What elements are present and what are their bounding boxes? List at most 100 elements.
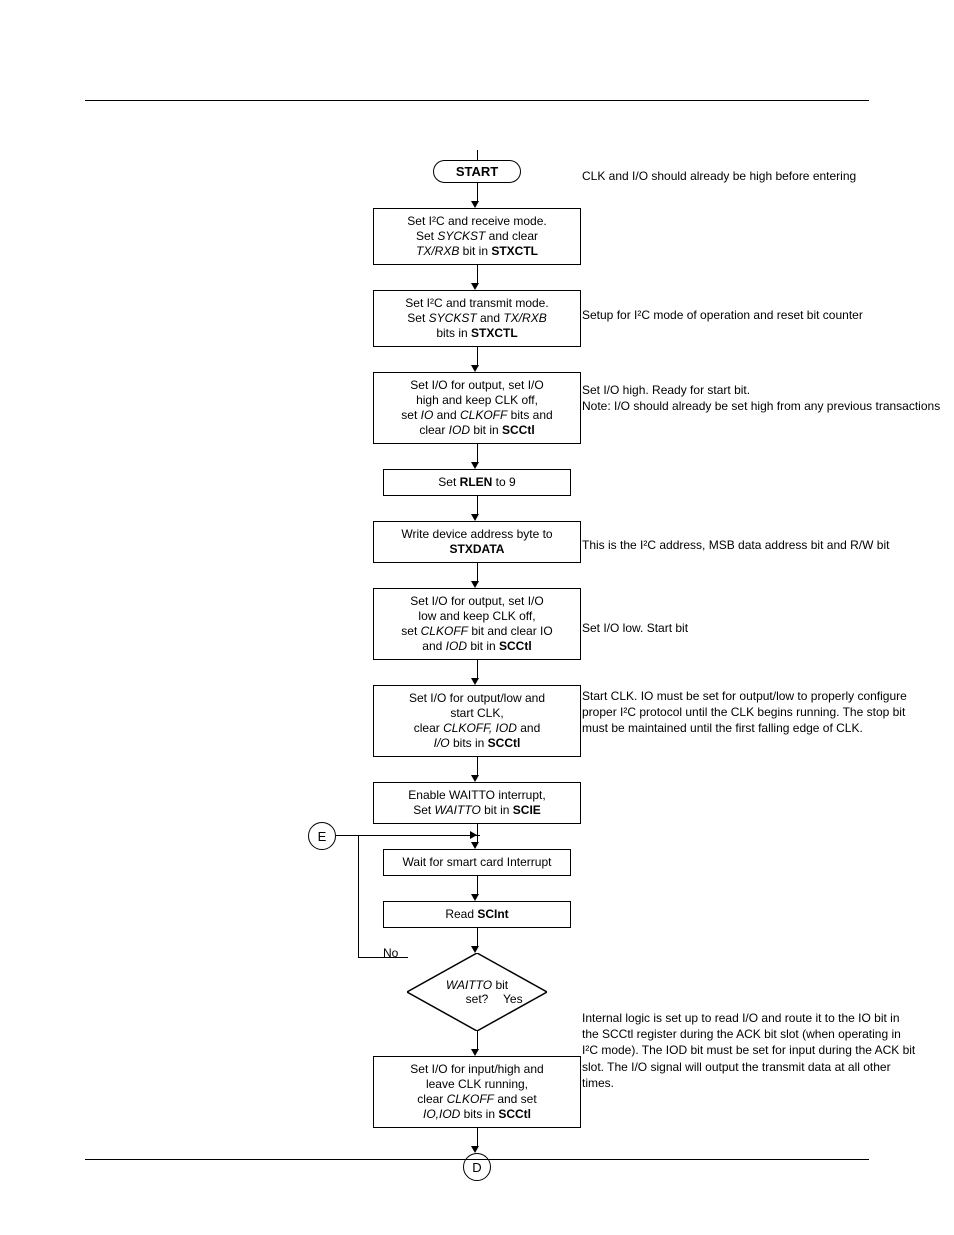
s10-a: SCInt <box>477 907 508 921</box>
s3-l7: bit in <box>470 423 502 437</box>
start-terminator: START <box>433 160 521 183</box>
arr-3-h <box>471 462 479 469</box>
s8-l1: Enable WAITTO interrupt, <box>408 788 545 802</box>
s11-l1: Set I/O for input/high and <box>410 1062 543 1076</box>
step-7: Set I/O for output/low and start CLK, cl… <box>373 685 581 757</box>
arr-7-h <box>471 775 479 782</box>
s11-l5: IO,IOD <box>423 1107 460 1121</box>
label-yes: Yes <box>503 992 523 1006</box>
arr-10-h <box>471 946 479 953</box>
s6-l4: bit and clear IO <box>468 624 553 638</box>
s2-c: STXCTL <box>471 326 518 340</box>
s2-l2: Set <box>407 311 428 325</box>
s6-a: CLKOFF <box>421 624 468 638</box>
no-loop-v <box>358 835 359 957</box>
s11-l2: leave CLK running, <box>426 1077 528 1091</box>
arr-6-h <box>471 678 479 685</box>
s3-l5: bits and <box>507 408 552 422</box>
step-3: Set I/O for output, set I/O high and kee… <box>373 372 581 444</box>
step-11: Set I/O for input/high and leave CLK run… <box>373 1056 581 1128</box>
s6-c: SCCtl <box>499 639 532 653</box>
arr-2-h <box>471 365 479 372</box>
s5-a: STXDATA <box>450 542 505 556</box>
s3-l2: high and keep CLK off, <box>416 393 538 407</box>
s3-b: CLKOFF <box>460 408 507 422</box>
s1-l1: Set I²C and receive mode. <box>407 214 546 228</box>
s7-l6: bits in <box>450 736 488 750</box>
s2-a: SYCKST <box>429 311 477 325</box>
arr-8 <box>477 824 478 842</box>
s8-l3: bit in <box>481 803 513 817</box>
arr-4 <box>477 496 478 514</box>
s8-b: SCIE <box>513 803 541 817</box>
s6-l1: Set I/O for output, set I/O <box>410 594 543 608</box>
s11-l4: and set <box>494 1092 537 1106</box>
arr-2 <box>477 347 478 365</box>
no-loop-h1 <box>358 957 408 958</box>
step-6: Set I/O for output, set I/O low and keep… <box>373 588 581 660</box>
arr-3 <box>477 444 478 462</box>
s2-l3: and <box>477 311 504 325</box>
arr-12-h <box>471 1146 479 1153</box>
arr-5-h <box>471 581 479 588</box>
s1-l2: Set <box>416 229 437 243</box>
dec-l2: bit <box>492 978 508 992</box>
connector-D: D <box>463 1153 491 1181</box>
s2-l4: bits in <box>436 326 471 340</box>
arr-1-h <box>471 283 479 290</box>
s9-l1: Wait for smart card Interrupt <box>403 855 552 869</box>
s6-l5: and <box>422 639 445 653</box>
step-4: Set RLEN to 9 <box>383 469 571 496</box>
s6-l6: bit in <box>467 639 499 653</box>
step-8: Enable WAITTO interrupt, Set WAITTO bit … <box>373 782 581 824</box>
arr-11-h <box>471 1049 479 1056</box>
entry-line <box>477 150 478 160</box>
arr-7 <box>477 757 478 775</box>
s3-l4: and <box>433 408 460 422</box>
s8-a: WAITTO <box>435 803 481 817</box>
s2-l1: Set I²C and transmit mode. <box>405 296 548 310</box>
s7-b: SCCtl <box>488 736 521 750</box>
s6-l2: low and keep CLK off, <box>418 609 535 623</box>
s7-a: CLKOFF, IOD <box>443 721 517 735</box>
s6-b: IOD <box>446 639 467 653</box>
s4-l1: Set <box>438 475 459 489</box>
s2-b: TX/RXB <box>503 311 546 325</box>
s1-a: SYCKST <box>437 229 485 243</box>
step-10: Read SCInt <box>383 901 571 928</box>
s3-d: SCCtl <box>502 423 535 437</box>
s7-l1: Set I/O for output/low and <box>409 691 545 705</box>
arr-10 <box>477 928 478 946</box>
arr-9 <box>477 876 478 894</box>
dec-l3: set? <box>466 992 489 1006</box>
arr-5 <box>477 563 478 581</box>
decision-waitto: WAITTO bit set? <box>407 953 547 1031</box>
arr-1 <box>477 265 478 283</box>
s7-l3: clear <box>414 721 443 735</box>
s3-l1: Set I/O for output, set I/O <box>410 378 543 392</box>
s4-a: RLEN <box>460 475 493 489</box>
step-2: Set I²C and transmit mode. Set SYCKST an… <box>373 290 581 347</box>
arr-9-h <box>471 894 479 901</box>
s3-c: IOD <box>449 423 470 437</box>
s4-l2: to 9 <box>492 475 515 489</box>
s1-l3: and clear <box>485 229 538 243</box>
step-9: Wait for smart card Interrupt <box>383 849 571 876</box>
s11-a: CLKOFF <box>447 1092 494 1106</box>
s3-l3: set <box>401 408 420 422</box>
dec-l1: WAITTO <box>446 978 492 992</box>
s7-l4: and <box>517 721 540 735</box>
s3-a: IO <box>421 408 434 422</box>
step-1: Set I²C and receive mode. Set SYCKST and… <box>373 208 581 265</box>
arr-0-h <box>471 201 479 208</box>
s3-l6: clear <box>419 423 448 437</box>
arr-0 <box>477 183 478 201</box>
s11-b: SCCtl <box>498 1107 531 1121</box>
s1-l5: bit in <box>459 244 491 258</box>
arr-4-h <box>471 514 479 521</box>
arr-8-h <box>471 842 479 849</box>
s10-l1: Read <box>445 907 477 921</box>
s7-l2: start CLK, <box>450 706 503 720</box>
s1-c: STXCTL <box>491 244 538 258</box>
step-5: Write device address byte to STXDATA <box>373 521 581 563</box>
